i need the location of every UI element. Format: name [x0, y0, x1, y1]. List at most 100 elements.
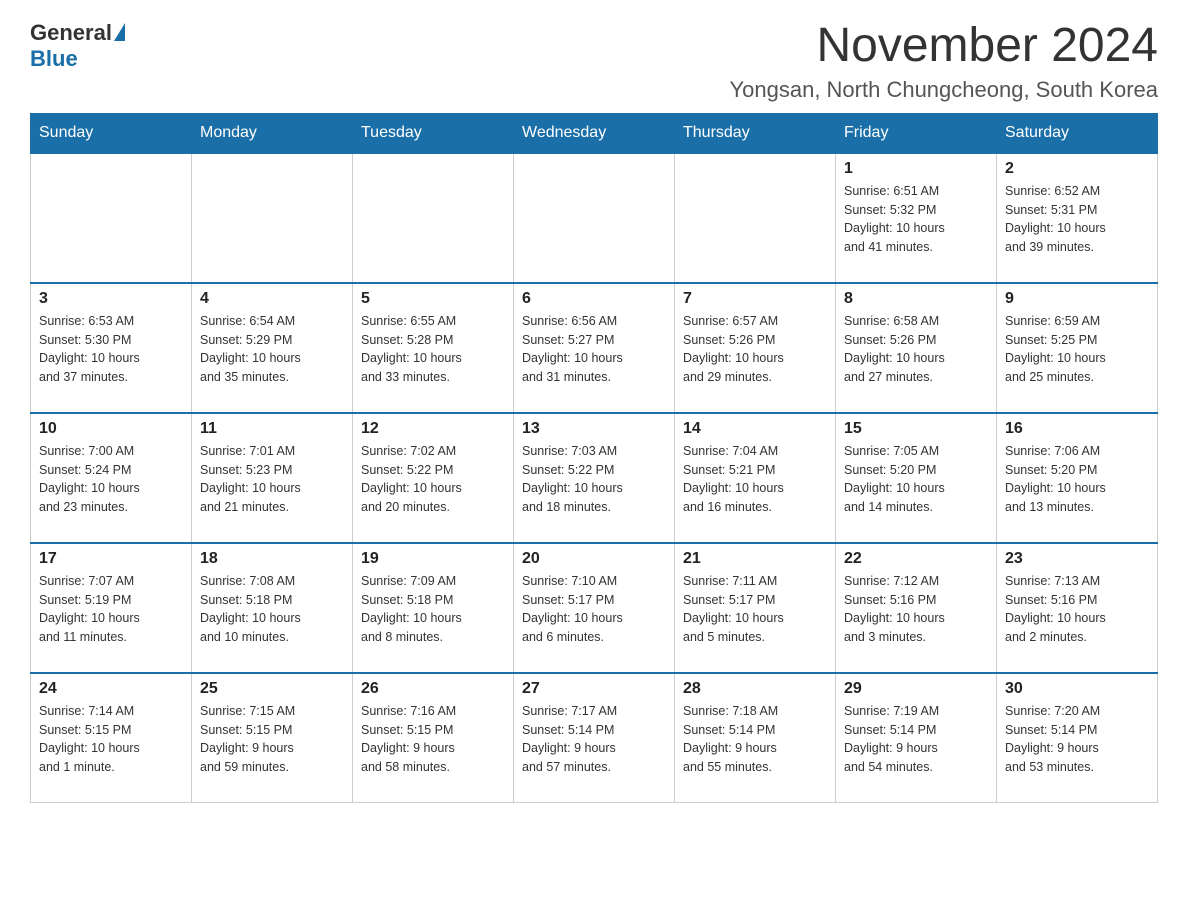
logo-blue: Blue [30, 46, 78, 71]
day-info: Sunrise: 7:18 AMSunset: 5:14 PMDaylight:… [683, 702, 827, 777]
calendar-header-sunday: Sunday [31, 113, 192, 153]
title-section: November 2024 Yongsan, North Chungcheong… [729, 20, 1158, 103]
day-number: 25 [200, 680, 344, 698]
calendar-cell: 9 Sunrise: 6:59 AMSunset: 5:25 PMDaylight… [997, 283, 1158, 413]
calendar-cell: 12 Sunrise: 7:02 AMSunset: 5:22 PMDayligh… [353, 413, 514, 543]
calendar-cell [192, 153, 353, 283]
calendar-cell: 3Sunrise: 6:53 AMSunset: 5:30 PMDaylight… [31, 283, 192, 413]
calendar-week-row: 17 Sunrise: 7:07 AMSunset: 5:19 PMDayligh… [31, 543, 1158, 673]
day-info: Sunrise: 6:52 AMSunset: 5:31 PMDaylight:… [1005, 182, 1149, 257]
calendar-cell [675, 153, 836, 283]
day-info: Sunrise: 6:51 AMSunset: 5:32 PMDaylight:… [844, 182, 988, 257]
day-info: Sunrise: 7:00 AMSunset: 5:24 PMDaylight:… [39, 442, 183, 517]
logo-arrow-icon [114, 23, 125, 41]
day-info: Sunrise: 7:02 AMSunset: 5:22 PMDaylight:… [361, 442, 505, 517]
calendar-cell: 29Sunrise: 7:19 AMSunset: 5:14 PMDayligh… [836, 673, 997, 803]
day-number: 10 [39, 420, 183, 438]
day-info: Sunrise: 7:19 AMSunset: 5:14 PMDaylight:… [844, 702, 988, 777]
day-info: Sunrise: 7:01 AMSunset: 5:23 PMDaylight:… [200, 442, 344, 517]
calendar-cell: 26 Sunrise: 7:16 AMSunset: 5:15 PMDayligh… [353, 673, 514, 803]
calendar-week-row: 10 Sunrise: 7:00 AMSunset: 5:24 PMDayligh… [31, 413, 1158, 543]
calendar-header-friday: Friday [836, 113, 997, 153]
month-title: November 2024 [729, 20, 1158, 73]
day-number: 19 [361, 550, 505, 568]
calendar-cell: 15Sunrise: 7:05 AMSunset: 5:20 PMDayligh… [836, 413, 997, 543]
calendar-cell: 10 Sunrise: 7:00 AMSunset: 5:24 PMDayligh… [31, 413, 192, 543]
day-number: 14 [683, 420, 827, 438]
day-number: 20 [522, 550, 666, 568]
day-number: 5 [361, 290, 505, 308]
calendar-cell [353, 153, 514, 283]
day-info: Sunrise: 7:06 AMSunset: 5:20 PMDaylight:… [1005, 442, 1149, 517]
calendar-cell: 2 Sunrise: 6:52 AMSunset: 5:31 PMDaylight… [997, 153, 1158, 283]
calendar-cell: 7 Sunrise: 6:57 AMSunset: 5:26 PMDaylight… [675, 283, 836, 413]
calendar-cell: 25 Sunrise: 7:15 AMSunset: 5:15 PMDayligh… [192, 673, 353, 803]
day-info: Sunrise: 7:09 AMSunset: 5:18 PMDaylight:… [361, 572, 505, 647]
day-info: Sunrise: 7:10 AMSunset: 5:17 PMDaylight:… [522, 572, 666, 647]
calendar-cell: 19 Sunrise: 7:09 AMSunset: 5:18 PMDayligh… [353, 543, 514, 673]
calendar-header-saturday: Saturday [997, 113, 1158, 153]
calendar-cell [31, 153, 192, 283]
logo: General Blue [30, 20, 125, 72]
calendar-header-tuesday: Tuesday [353, 113, 514, 153]
day-info: Sunrise: 7:03 AMSunset: 5:22 PMDaylight:… [522, 442, 666, 517]
day-info: Sunrise: 7:13 AMSunset: 5:16 PMDaylight:… [1005, 572, 1149, 647]
day-number: 13 [522, 420, 666, 438]
day-info: Sunrise: 6:58 AMSunset: 5:26 PMDaylight:… [844, 312, 988, 387]
day-number: 2 [1005, 160, 1149, 178]
calendar-cell: 4Sunrise: 6:54 AMSunset: 5:29 PMDaylight… [192, 283, 353, 413]
day-number: 16 [1005, 420, 1149, 438]
day-number: 12 [361, 420, 505, 438]
calendar-cell: 5 Sunrise: 6:55 AMSunset: 5:28 PMDaylight… [353, 283, 514, 413]
calendar-cell: 27 Sunrise: 7:17 AMSunset: 5:14 PMDayligh… [514, 673, 675, 803]
calendar-cell: 21Sunrise: 7:11 AMSunset: 5:17 PMDayligh… [675, 543, 836, 673]
day-number: 6 [522, 290, 666, 308]
day-info: Sunrise: 7:14 AMSunset: 5:15 PMDaylight:… [39, 702, 183, 777]
calendar-cell: 14 Sunrise: 7:04 AMSunset: 5:21 PMDayligh… [675, 413, 836, 543]
calendar-cell [514, 153, 675, 283]
day-info: Sunrise: 7:16 AMSunset: 5:15 PMDaylight:… [361, 702, 505, 777]
day-info: Sunrise: 6:55 AMSunset: 5:28 PMDaylight:… [361, 312, 505, 387]
day-number: 26 [361, 680, 505, 698]
calendar-cell: 16 Sunrise: 7:06 AMSunset: 5:20 PMDayligh… [997, 413, 1158, 543]
day-info: Sunrise: 6:56 AMSunset: 5:27 PMDaylight:… [522, 312, 666, 387]
calendar-cell: 24Sunrise: 7:14 AMSunset: 5:15 PMDayligh… [31, 673, 192, 803]
page-header: General Blue November 2024 Yongsan, Nort… [30, 20, 1158, 103]
calendar-cell: 20 Sunrise: 7:10 AMSunset: 5:17 PMDayligh… [514, 543, 675, 673]
day-number: 18 [200, 550, 344, 568]
day-info: Sunrise: 7:20 AMSunset: 5:14 PMDaylight:… [1005, 702, 1149, 777]
calendar-cell: 18Sunrise: 7:08 AMSunset: 5:18 PMDayligh… [192, 543, 353, 673]
location-title: Yongsan, North Chungcheong, South Korea [729, 77, 1158, 103]
calendar-cell: 22 Sunrise: 7:12 AMSunset: 5:16 PMDayligh… [836, 543, 997, 673]
day-info: Sunrise: 6:53 AMSunset: 5:30 PMDaylight:… [39, 312, 183, 387]
day-info: Sunrise: 7:04 AMSunset: 5:21 PMDaylight:… [683, 442, 827, 517]
day-number: 8 [844, 290, 988, 308]
calendar-cell: 17 Sunrise: 7:07 AMSunset: 5:19 PMDayligh… [31, 543, 192, 673]
day-number: 28 [683, 680, 827, 698]
day-info: Sunrise: 6:59 AMSunset: 5:25 PMDaylight:… [1005, 312, 1149, 387]
day-number: 7 [683, 290, 827, 308]
day-info: Sunrise: 7:12 AMSunset: 5:16 PMDaylight:… [844, 572, 988, 647]
calendar-week-row: 24Sunrise: 7:14 AMSunset: 5:15 PMDayligh… [31, 673, 1158, 803]
day-number: 17 [39, 550, 183, 568]
day-info: Sunrise: 7:15 AMSunset: 5:15 PMDaylight:… [200, 702, 344, 777]
day-number: 23 [1005, 550, 1149, 568]
calendar-cell: 23 Sunrise: 7:13 AMSunset: 5:16 PMDayligh… [997, 543, 1158, 673]
calendar-week-row: 1Sunrise: 6:51 AMSunset: 5:32 PMDaylight… [31, 153, 1158, 283]
day-info: Sunrise: 7:11 AMSunset: 5:17 PMDaylight:… [683, 572, 827, 647]
day-number: 4 [200, 290, 344, 308]
day-number: 11 [200, 420, 344, 438]
calendar-header-wednesday: Wednesday [514, 113, 675, 153]
day-info: Sunrise: 7:17 AMSunset: 5:14 PMDaylight:… [522, 702, 666, 777]
day-number: 27 [522, 680, 666, 698]
day-info: Sunrise: 6:57 AMSunset: 5:26 PMDaylight:… [683, 312, 827, 387]
day-number: 22 [844, 550, 988, 568]
day-number: 9 [1005, 290, 1149, 308]
calendar-cell: 8 Sunrise: 6:58 AMSunset: 5:26 PMDaylight… [836, 283, 997, 413]
calendar-cell: 28 Sunrise: 7:18 AMSunset: 5:14 PMDayligh… [675, 673, 836, 803]
calendar-cell: 6 Sunrise: 6:56 AMSunset: 5:27 PMDaylight… [514, 283, 675, 413]
calendar-cell: 11 Sunrise: 7:01 AMSunset: 5:23 PMDayligh… [192, 413, 353, 543]
calendar-cell: 1Sunrise: 6:51 AMSunset: 5:32 PMDaylight… [836, 153, 997, 283]
day-info: Sunrise: 7:05 AMSunset: 5:20 PMDaylight:… [844, 442, 988, 517]
day-info: Sunrise: 7:07 AMSunset: 5:19 PMDaylight:… [39, 572, 183, 647]
